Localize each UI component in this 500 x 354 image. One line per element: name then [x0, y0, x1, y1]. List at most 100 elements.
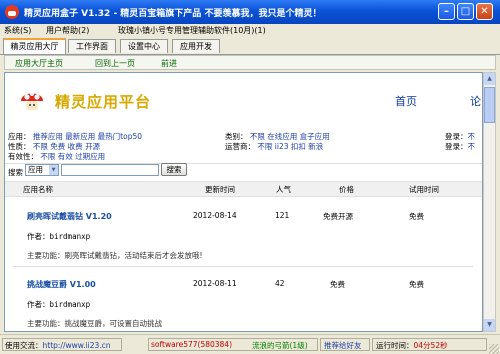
table-header: 应用名称 更新时间 人气 价格 试用时间 — [5, 181, 482, 197]
title-bar[interactable]: 精灵应用盒子 V1.32 - 精灵百宝箱旗下产品 不要羡慕我，我只是个精灵！ –… — [0, 0, 500, 24]
filter-expired[interactable]: 过期应用 — [75, 152, 105, 161]
status-contact-label: 使用交流： — [5, 341, 43, 350]
search-label: 搜索 — [8, 168, 23, 177]
app-author: 作者：birdmanxp — [27, 299, 90, 310]
filter-operator-any[interactable]: 不限 — [257, 142, 272, 151]
filter-sina[interactable]: 新浪 — [308, 142, 323, 151]
app-author-name: birdmanxp — [49, 300, 91, 309]
filter-paid[interactable]: 收费 — [68, 142, 83, 151]
tab-app-dev[interactable]: 应用开发 — [172, 39, 220, 53]
app-function: 主要功能：刷亮晖试戴翡钻，活动结束后才会发放哦! — [27, 251, 203, 260]
filter-newest[interactable]: 最新应用 — [65, 132, 95, 141]
menu-system[interactable]: 系统(S) — [4, 25, 31, 36]
close-icon: ✕ — [480, 6, 489, 17]
filter-validity-any[interactable]: 不限 — [40, 152, 55, 161]
app-author-label: 作者： — [27, 232, 50, 241]
minimize-button[interactable]: – — [438, 3, 455, 20]
filter-qq[interactable]: 扣扣 — [291, 142, 306, 151]
app-author-name: birdmanxp — [49, 232, 91, 241]
site-brand: 精灵应用平台 — [55, 93, 152, 111]
filter-category-label: 类别： — [225, 132, 248, 141]
mushroom-logo-icon — [21, 92, 43, 110]
filter-nature-any[interactable]: 不限 — [33, 142, 48, 151]
status-user-name: 流浪的弓箭(1级) — [252, 341, 308, 350]
filter-open-source[interactable]: 开源 — [85, 142, 100, 151]
filter-online-app[interactable]: 在线应用 — [267, 132, 297, 141]
chevron-down-icon[interactable]: ▼ — [49, 165, 58, 175]
app-price: 免费 — [330, 280, 345, 289]
filter-box-app[interactable]: 盒子应用 — [300, 132, 330, 141]
search-input[interactable] — [61, 164, 159, 176]
filter-ii23[interactable]: ii23 — [275, 142, 289, 151]
app-window: 精灵应用盒子 V1.32 - 精灵百宝箱旗下产品 不要羡慕我，我只是个精灵！ –… — [0, 0, 500, 354]
filter-valid[interactable]: 有效 — [58, 152, 73, 161]
window-title: 精灵应用盒子 V1.32 - 精灵百宝箱旗下产品 不要羡慕我，我只是个精灵！ — [24, 9, 322, 19]
col-trial: 试用时间 — [409, 185, 439, 194]
app-item: 刷亮晖试戴翡钻 V1.20 2012-08-14 121 免费开源 免费 作者：… — [5, 211, 482, 281]
menu-bar: 系统(S) 用户帮助(2) 玫瑰小镇小号专用管理辅助软件(10月)(1) — [0, 24, 500, 38]
filter-category-any[interactable]: 不限 — [250, 132, 265, 141]
status-runtime-label: 运行时间： — [376, 341, 414, 350]
filter-login-2: 登录：不 — [445, 141, 475, 152]
app-date: 2012-08-14 — [193, 211, 237, 220]
scroll-thumb[interactable] — [484, 87, 495, 123]
vertical-scrollbar[interactable]: ▲ ▼ — [483, 72, 496, 332]
app-icon — [5, 5, 19, 19]
col-price: 价格 — [339, 185, 354, 194]
app-author: 作者：birdmanxp — [27, 231, 90, 242]
status-contact: 使用交流：http://www.ii23.cn — [5, 340, 111, 351]
app-name-link[interactable]: 刷亮晖试戴翡钻 V1.20 — [27, 211, 112, 222]
browser-toolbar: 应用大厅主页 回到上一页 前进 — [4, 55, 496, 70]
scroll-down-icon[interactable]: ▼ — [484, 319, 495, 331]
search-type-select[interactable]: 应用 ▼ — [25, 164, 59, 176]
status-contact-url[interactable]: http://www.ii23.cn — [43, 341, 111, 350]
tab-settings[interactable]: 设置中心 — [120, 39, 168, 53]
scroll-up-icon[interactable]: ▲ — [484, 73, 495, 85]
filter-operator-label: 运营商： — [225, 142, 255, 151]
app-popularity: 121 — [275, 211, 290, 220]
menu-help[interactable]: 用户帮助(2) — [46, 25, 89, 36]
tab-workspace[interactable]: 工作界面 — [68, 39, 116, 53]
status-user-id: software577(580384) — [151, 340, 233, 349]
filter-login-label: 登录： — [445, 132, 468, 141]
app-name-link[interactable]: 挑战魔豆爵 V1.00 — [27, 279, 96, 290]
filter-nature-label: 性质： — [8, 142, 31, 151]
minimize-icon: – — [444, 6, 449, 17]
search-type-value: 应用 — [28, 165, 43, 174]
row-divider — [13, 266, 473, 267]
resize-grip-icon[interactable] — [489, 344, 499, 354]
status-runtime-value: 04分52秒 — [413, 341, 448, 350]
close-button[interactable]: ✕ — [476, 3, 493, 20]
forward-button[interactable]: 前进 — [161, 58, 177, 69]
maximize-button[interactable]: □ — [457, 3, 474, 20]
app-author-label: 作者： — [27, 300, 50, 309]
menu-rose-town-tool[interactable]: 玫瑰小镇小号专用管理辅助软件(10月)(1) — [118, 25, 266, 36]
app-item: 挑战魔豆爵 V1.00 2012-08-11 42 免费 免费 作者：birdm… — [5, 279, 482, 331]
status-bar: 使用交流：http://www.ii23.cn software577(5803… — [0, 334, 500, 354]
filter-login-any[interactable]: 不 — [468, 132, 476, 141]
recommend-link[interactable]: 推荐给好友 — [324, 340, 362, 351]
filter-recommended[interactable]: 推荐应用 — [33, 132, 63, 141]
home-button[interactable]: 应用大厅主页 — [15, 58, 63, 69]
nav-home[interactable]: 首页 — [395, 93, 417, 109]
col-popularity: 人气 — [276, 185, 291, 194]
back-button[interactable]: 回到上一页 — [95, 58, 135, 69]
filter-login2-any[interactable]: 不 — [468, 142, 476, 151]
search-button[interactable]: 搜索 — [161, 163, 187, 176]
col-updated: 更新时间 — [205, 185, 235, 194]
app-date: 2012-08-11 — [193, 279, 237, 288]
filter-operator: 运营商： 不限 ii23 扣扣 新浪 — [225, 141, 323, 152]
filter-free[interactable]: 免费 — [50, 142, 65, 151]
tab-app-hall[interactable]: 精灵应用大厅 — [3, 38, 66, 54]
filter-validity: 有效性： 不限 有效 过期应用 — [8, 151, 105, 162]
app-trial: 免费 — [409, 212, 424, 221]
app-price: 免费开源 — [323, 212, 353, 221]
web-panel: 精灵应用平台 首页 论 应用： 推荐应用 最新应用 最热门top50 性质： 不… — [4, 72, 483, 332]
filter-hottest[interactable]: 最热门top50 — [98, 132, 142, 141]
filter-app-label: 应用： — [8, 132, 31, 141]
tab-strip: 精灵应用大厅 工作界面 设置中心 应用开发 — [0, 38, 500, 55]
maximize-icon: □ — [460, 6, 471, 17]
status-runtime: 运行时间：04分52秒 — [376, 340, 448, 351]
app-popularity: 42 — [275, 279, 285, 288]
nav-forum[interactable]: 论 — [470, 93, 481, 109]
